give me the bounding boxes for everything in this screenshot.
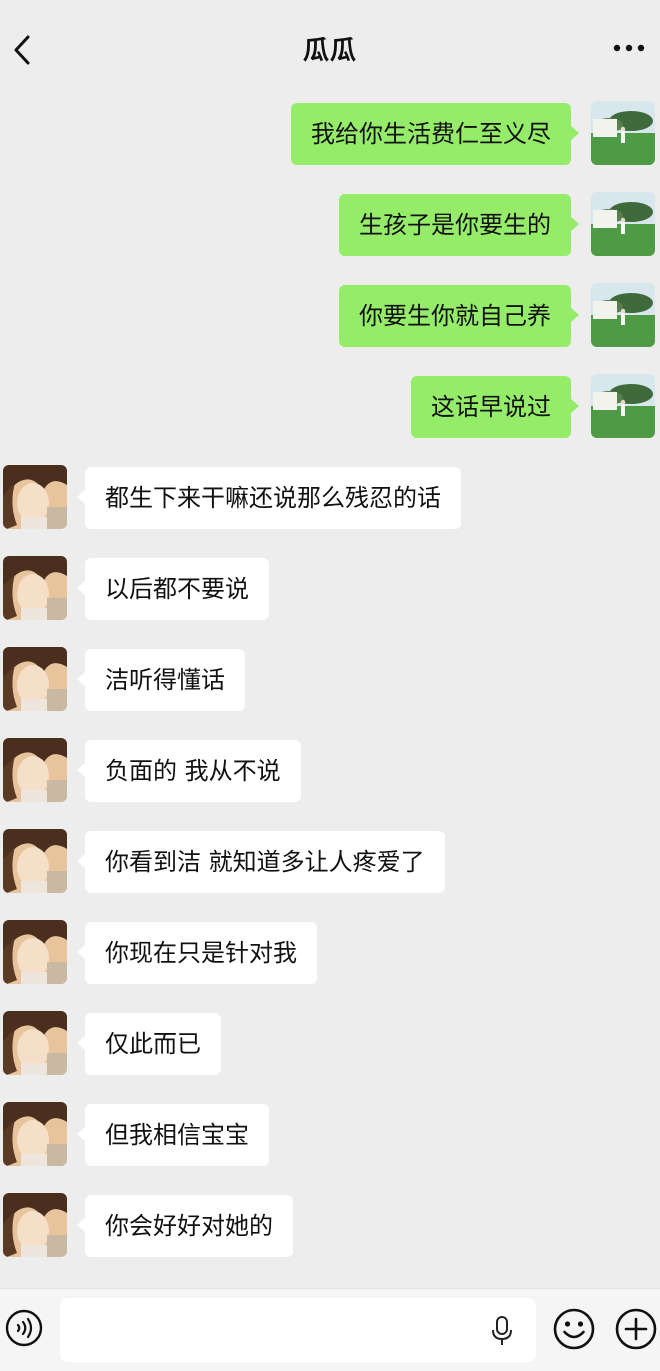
message-row-incoming: 都生下来干嘛还说那么残忍的话 xyxy=(0,465,660,531)
avatar-contact[interactable] xyxy=(3,738,67,802)
message-bubble-incoming[interactable]: 但我相信宝宝 xyxy=(77,1104,269,1166)
avatar-contact[interactable] xyxy=(3,1102,67,1166)
message-row-outgoing: 生孩子是你要生的 xyxy=(0,192,660,258)
message-bubble-incoming[interactable]: 以后都不要说 xyxy=(77,558,269,620)
input-bar xyxy=(0,1288,660,1371)
message-row-incoming: 你现在只是针对我 xyxy=(0,920,660,986)
message-bubble-incoming[interactable]: 负面的 我从不说 xyxy=(77,740,301,802)
message-row-incoming: 负面的 我从不说 xyxy=(0,738,660,804)
message-bubble-incoming[interactable]: 洁听得懂话 xyxy=(77,649,245,711)
avatar-self[interactable] xyxy=(591,374,655,438)
message-row-outgoing: 这话早说过 xyxy=(0,374,660,440)
plus-button[interactable] xyxy=(614,1307,658,1351)
message-row-incoming: 但我相信宝宝 xyxy=(0,1102,660,1168)
message-row-incoming: 仅此而已 xyxy=(0,1011,660,1077)
message-bubble-incoming[interactable]: 仅此而已 xyxy=(77,1013,221,1075)
microphone-icon[interactable] xyxy=(490,1315,514,1347)
message-row-outgoing: 我给你生活费仁至义尽 xyxy=(0,101,660,167)
message-input[interactable] xyxy=(60,1298,536,1362)
message-list: 我给你生活费仁至义尽 生孩子是你要生的 你要生你就自己养 这话早说过 都生下来干… xyxy=(0,0,660,1290)
message-bubble-incoming[interactable]: 你会好好对她的 xyxy=(77,1195,293,1257)
message-bubble-outgoing[interactable]: 生孩子是你要生的 xyxy=(339,194,579,256)
message-bubble-outgoing[interactable]: 这话早说过 xyxy=(411,376,579,438)
avatar-contact[interactable] xyxy=(3,1193,67,1257)
avatar-contact[interactable] xyxy=(3,920,67,984)
plus-icon xyxy=(615,1308,657,1350)
avatar-contact[interactable] xyxy=(3,465,67,529)
emoji-button[interactable] xyxy=(552,1307,596,1351)
emoji-icon xyxy=(553,1308,595,1350)
message-row-incoming: 你看到洁 就知道多让人疼爱了 xyxy=(0,829,660,895)
avatar-contact[interactable] xyxy=(3,1011,67,1075)
voice-icon xyxy=(5,1309,43,1347)
message-bubble-outgoing[interactable]: 你要生你就自己养 xyxy=(339,285,579,347)
avatar-contact[interactable] xyxy=(3,556,67,620)
message-bubble-incoming[interactable]: 都生下来干嘛还说那么残忍的话 xyxy=(77,467,461,529)
message-row-incoming: 以后都不要说 xyxy=(0,556,660,622)
avatar-self[interactable] xyxy=(591,192,655,256)
avatar-self[interactable] xyxy=(591,283,655,347)
avatar-self[interactable] xyxy=(591,101,655,165)
message-bubble-incoming[interactable]: 你现在只是针对我 xyxy=(77,922,317,984)
voice-button[interactable] xyxy=(4,1308,44,1348)
avatar-contact[interactable] xyxy=(3,647,67,711)
message-bubble-outgoing[interactable]: 我给你生活费仁至义尽 xyxy=(291,103,579,165)
message-row-outgoing: 你要生你就自己养 xyxy=(0,283,660,349)
avatar-contact[interactable] xyxy=(3,829,67,893)
message-bubble-incoming[interactable]: 你看到洁 就知道多让人疼爱了 xyxy=(77,831,445,893)
message-row-incoming: 你会好好对她的 xyxy=(0,1193,660,1259)
message-row-incoming: 洁听得懂话 xyxy=(0,647,660,713)
